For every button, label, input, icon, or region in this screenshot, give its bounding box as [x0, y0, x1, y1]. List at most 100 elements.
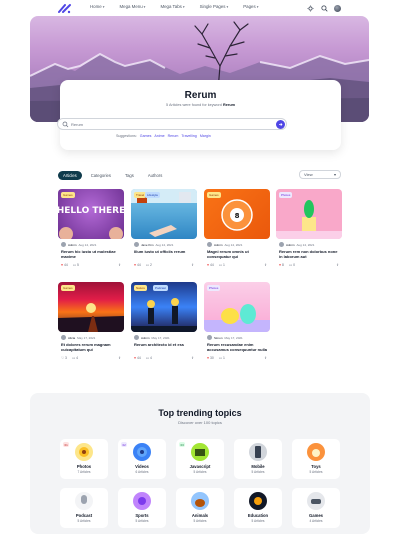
suggestion-link[interactable]: Anime	[154, 134, 164, 138]
theme-toggle-icon[interactable]	[306, 4, 314, 12]
share-icon[interactable]: ⇪	[118, 356, 121, 360]
author-name[interactable]: Admin	[214, 243, 223, 247]
category-badge[interactable]: Photos	[279, 192, 293, 198]
search-bar[interactable]: Rerum	[57, 118, 287, 130]
results-summary-text: 5 Articles were found for keyword	[165, 103, 222, 107]
comment-button[interactable]: ▭ 5	[73, 263, 79, 267]
author-avatar[interactable]	[134, 242, 139, 247]
category-badge[interactable]: Podcast	[153, 285, 168, 291]
results-tabs: Articles Categories Tags Authors	[58, 171, 167, 180]
suggestion-link[interactable]: Rerum	[168, 134, 179, 138]
category-badge[interactable]: Lifestyle	[145, 192, 161, 198]
sort-select[interactable]: View ▾	[299, 170, 341, 179]
suggestion-link[interactable]: Games	[140, 134, 152, 138]
article-title[interactable]: Rerum rem non dolorbus none in laborum a…	[279, 249, 341, 259]
share-icon[interactable]: ⇪	[191, 356, 194, 360]
topic-card[interactable]: Sports 5 Articles	[118, 488, 166, 528]
category-badge[interactable]: Photos	[207, 285, 221, 291]
comment-button[interactable]: ▭ 2	[146, 263, 152, 267]
like-button[interactable]: ♥ 30	[207, 356, 214, 360]
menu-item-mega-tabs[interactable]: Mega Tabs ▾	[160, 4, 184, 9]
topic-image	[249, 443, 267, 461]
article-date: Aug 14, 2021	[78, 242, 97, 247]
topic-card[interactable]: Animals 5 Articles	[176, 488, 224, 528]
article-date: May 17, 2021	[77, 335, 96, 340]
comment-button[interactable]: ▭ 1	[219, 356, 225, 360]
menu-item-mega-menu[interactable]: Mega Menu ▾	[119, 4, 145, 9]
comment-button[interactable]: ▭ 4	[146, 356, 152, 360]
share-icon[interactable]: ⇪	[118, 263, 121, 267]
article-date: Aug 14, 2021	[296, 242, 315, 247]
article-title[interactable]: Rerum architecto id et ess	[134, 342, 196, 352]
category-badge[interactable]: Nature	[134, 285, 148, 291]
like-button[interactable]: ♡ 3	[61, 356, 67, 360]
suggestion-link[interactable]: Travelling	[181, 134, 196, 138]
search-submit-button[interactable]	[276, 120, 285, 129]
topic-card[interactable]: Games 4 Articles	[292, 488, 340, 528]
article-card[interactable]: Travel Lifestyle Jane Kim Aug 14, 2021 Il…	[131, 189, 197, 271]
category-badge[interactable]: Games	[61, 192, 75, 198]
topic-image	[307, 492, 325, 510]
comment-icon: ▭	[218, 263, 223, 267]
tab-tags[interactable]: Tags	[120, 171, 139, 180]
article-title[interactable]: Magni rerum omnis ut consequatur qui	[207, 249, 269, 259]
article-card[interactable]: Photos Simon May 17, 2021 Rerum recusanda…	[204, 282, 270, 364]
author-name[interactable]: Admin	[141, 336, 150, 340]
menu-item-pages[interactable]: Pages ▾	[243, 4, 258, 9]
share-icon[interactable]: ⇪	[336, 263, 339, 267]
author-name[interactable]: Simon	[214, 336, 223, 340]
share-icon[interactable]: ⇪	[264, 263, 267, 267]
article-card[interactable]: Nature Podcast Admin May 17, 2021 Rerum a…	[131, 282, 197, 364]
author-avatar[interactable]	[207, 242, 212, 247]
article-title[interactable]: Et dolores rerum magnam cuicapitatum qui	[61, 342, 123, 352]
search-input[interactable]: Rerum	[71, 122, 83, 127]
topic-card[interactable]: 03 Javascript 5 Articles	[176, 439, 224, 479]
like-button[interactable]: ♥ 44	[207, 263, 214, 267]
author-avatar[interactable]	[61, 242, 66, 247]
topic-card[interactable]: Education 5 Articles	[234, 488, 282, 528]
article-title[interactable]: Rerum hic iusto ut molestiae maxime	[61, 249, 123, 259]
like-button[interactable]: ♥ 44	[134, 263, 141, 267]
like-button[interactable]: ♥ 44	[134, 356, 141, 360]
author-name[interactable]: Admin	[68, 243, 77, 247]
tab-articles[interactable]: Articles	[58, 171, 82, 180]
search-icon[interactable]	[320, 4, 328, 12]
author-avatar[interactable]	[207, 335, 212, 340]
author-name[interactable]: Jane Kim	[141, 243, 154, 247]
article-card[interactable]: Photos Admin Aug 14, 2021 Rerum rem non d…	[276, 189, 342, 271]
suggestion-link[interactable]: Margin	[200, 134, 211, 138]
menu-item-home[interactable]: Home ▾	[90, 4, 104, 9]
author-name[interactable]: Alicia	[68, 336, 75, 340]
topic-card[interactable]: Mobile 5 Articles	[234, 439, 282, 479]
article-card[interactable]: 8 Games Admin Aug 14, 2021 Magni rerum om…	[204, 189, 270, 271]
share-icon[interactable]: ⇪	[191, 263, 194, 267]
category-badge[interactable]: Games	[61, 285, 75, 291]
topic-card[interactable]: 01 Photos 7 Articles	[60, 439, 108, 479]
article-title[interactable]: Illum iusto ut officiis rerum	[134, 249, 196, 259]
article-title[interactable]: Rerum recusandae enim accusamus consequu…	[207, 342, 269, 352]
topic-image	[191, 492, 209, 510]
article-card[interactable]: HELLO THERE Games Admin Aug 14, 2021 Reru…	[58, 189, 124, 271]
like-button[interactable]: ♥ 44	[61, 263, 68, 267]
sort-select-value: View	[304, 172, 313, 177]
topic-card[interactable]: Podcast 5 Articles	[60, 488, 108, 528]
article-card[interactable]: Games Alicia May 17, 2021 Et dolores reru…	[58, 282, 124, 364]
topic-card[interactable]: 02 Videos 6 Articles	[118, 439, 166, 479]
author-avatar[interactable]	[134, 335, 139, 340]
author-avatar[interactable]	[61, 335, 66, 340]
tab-categories[interactable]: Categories	[86, 171, 116, 180]
category-badge[interactable]: Games	[207, 192, 221, 198]
tab-authors[interactable]: Authors	[143, 171, 167, 180]
author-name[interactable]: Admin	[286, 243, 295, 247]
topic-card[interactable]: Toys 5 Articles	[292, 439, 340, 479]
logo-icon[interactable]	[58, 3, 72, 14]
menu-item-single-pages[interactable]: Single Pages ▾	[200, 4, 229, 9]
chevron-down-icon: ▾	[333, 172, 336, 177]
like-button[interactable]: ♥ 8	[279, 263, 284, 267]
author-avatar[interactable]	[279, 242, 284, 247]
comment-button[interactable]: ▭ 1	[219, 263, 225, 267]
user-avatar[interactable]	[334, 4, 341, 12]
share-icon[interactable]: ⇪	[264, 356, 267, 360]
comment-button[interactable]: ▭ 4	[72, 356, 78, 360]
comment-button[interactable]: ▭ 0	[289, 263, 295, 267]
